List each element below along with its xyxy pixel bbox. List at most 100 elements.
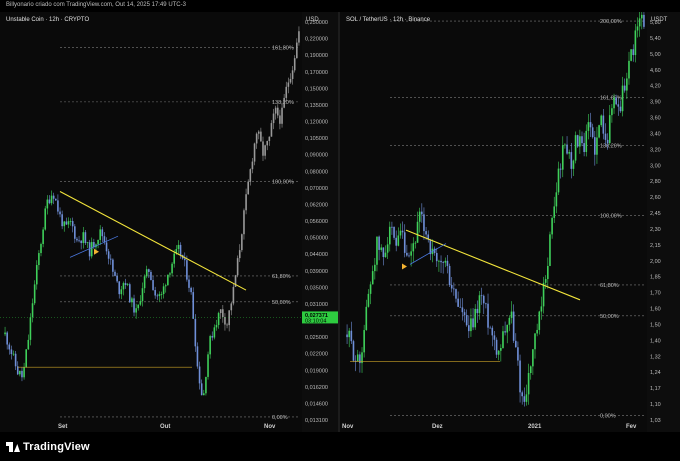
candle-body: [224, 316, 226, 325]
unit-label-left: USD: [306, 17, 319, 23]
candle-body: [589, 122, 592, 128]
current-price-timer: 03:10:04: [305, 318, 326, 324]
y-tick-label: 1,50: [650, 322, 661, 328]
y-tick-label: 0,105000: [305, 136, 328, 142]
candle-body: [202, 393, 205, 396]
y-tick-label: 2,80: [650, 179, 661, 185]
candle-body: [613, 97, 615, 109]
candle-body: [109, 258, 112, 260]
candle-body: [632, 49, 635, 56]
arrow-marker-icon: [94, 248, 99, 255]
candle-body: [287, 82, 290, 87]
candle-body: [270, 123, 273, 137]
candle-body: [540, 306, 543, 312]
chart-panel-left[interactable]: 161,80% 138,20% 100,00% 61,80% 50,00% 0,00% 0,…: [0, 12, 338, 432]
y-tick-label: 1,60: [650, 307, 661, 313]
candle-body: [23, 367, 25, 378]
candle-body: [186, 260, 188, 280]
candle-body: [196, 346, 199, 367]
y-tick-label: 0,050000: [305, 236, 328, 242]
y-tick-label: 0,220000: [305, 37, 328, 43]
candle-body: [293, 58, 296, 71]
candle-body: [572, 160, 575, 169]
candle-body: [423, 214, 425, 232]
candle-body: [35, 265, 38, 285]
chart-svg: 161,80% 138,20% 100,00% 61,80% 50,00% 0,00% 0,…: [0, 12, 338, 432]
candle-body: [274, 107, 277, 114]
candle-body: [52, 195, 55, 199]
candle-body: [255, 133, 258, 144]
fib-level-label: 61,80%: [600, 283, 619, 289]
candle-body: [289, 78, 292, 83]
y-tick-label: 0,035000: [305, 285, 328, 291]
candle-body: [444, 260, 447, 263]
candle-body: [412, 243, 415, 252]
candle-body: [48, 199, 51, 204]
tradingview-logo-icon: [6, 442, 20, 452]
candle-body: [6, 332, 8, 345]
candle-body: [249, 169, 252, 182]
candle-body: [190, 287, 192, 293]
candle-body: [160, 294, 163, 295]
candle-body: [76, 238, 78, 241]
candle-body: [69, 221, 72, 222]
candle-body: [65, 221, 68, 225]
candle-body: [200, 383, 203, 396]
candle-body: [50, 195, 53, 204]
fib-level-label: 50,00%: [272, 300, 291, 306]
candle-body: [27, 339, 30, 350]
candle-body: [260, 131, 262, 142]
y-tick-label: 3,40: [650, 131, 661, 137]
candle-body: [4, 332, 6, 335]
candle-body: [495, 339, 498, 355]
candle-body: [529, 366, 532, 373]
candle-body: [611, 108, 613, 116]
y-tick-label: 0,025000: [305, 335, 328, 341]
candle-body: [593, 137, 596, 155]
candle-body: [448, 265, 451, 285]
candle-body: [25, 349, 28, 368]
y-tick-label: 0,044000: [305, 252, 328, 258]
candle-body: [376, 236, 378, 265]
candle-body: [356, 354, 359, 362]
candle-body: [480, 295, 483, 297]
candle-body: [19, 370, 21, 375]
candle-body: [139, 301, 142, 305]
candle-body: [54, 198, 57, 201]
candle-body: [474, 308, 477, 328]
candle-body: [585, 130, 588, 153]
candle-body: [228, 310, 230, 326]
candle-body: [99, 229, 102, 240]
candle-body: [461, 307, 464, 313]
candle-body: [158, 294, 161, 297]
tradingview-logo[interactable]: TradingView: [6, 441, 90, 453]
fib-level-label: 138,20%: [600, 143, 622, 149]
candle-body: [213, 327, 216, 338]
y-tick-label: 0,150000: [305, 86, 328, 92]
candle-body: [171, 263, 173, 274]
candle-body: [581, 136, 583, 144]
price-axis: [647, 12, 680, 432]
candle-body: [61, 214, 63, 227]
watermark-bar: Billyonario criado com TradingView.com, …: [0, 0, 680, 12]
candle-body: [553, 206, 556, 218]
candle-body: [10, 349, 13, 355]
chart-title-left: Unstable Coin · 12h · CRYPTO: [6, 17, 90, 23]
candle-body: [638, 18, 641, 27]
candle-body: [482, 295, 485, 304]
candle-body: [463, 312, 466, 316]
y-tick-label: 0,022000: [305, 352, 328, 358]
candle-body: [438, 260, 440, 262]
candle-body: [137, 304, 140, 309]
candle-body: [636, 26, 639, 31]
y-tick-label: 3,60: [650, 116, 661, 122]
candle-body: [523, 396, 526, 402]
y-tick-label: 0,016200: [305, 385, 328, 391]
candle-body: [346, 334, 348, 338]
chart-panel-right[interactable]: 200,00% 161,80% 138,20% 100,00% 61,80% 50,00%…: [340, 12, 680, 432]
candle-body: [211, 336, 214, 338]
fib-level-label: 0,00%: [272, 415, 288, 421]
candle-body: [391, 226, 393, 228]
candle-body: [128, 284, 131, 303]
candle-body: [604, 133, 607, 140]
